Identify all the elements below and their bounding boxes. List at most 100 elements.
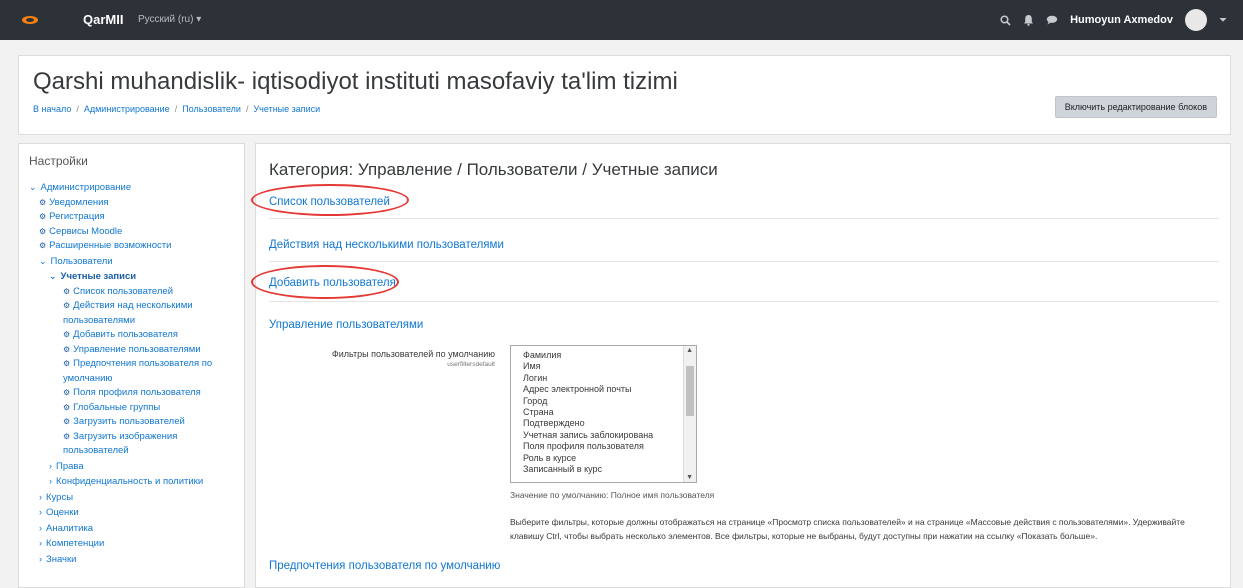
gear-icon: ⚙: [63, 286, 71, 296]
highlight-ellipse: [251, 265, 399, 299]
sidebar-item-user-list[interactable]: ⚙ Список пользователей: [29, 285, 239, 300]
select-option[interactable]: Город: [511, 396, 696, 407]
default-preferences-link[interactable]: Предпочтения пользователя по умолчанию: [269, 560, 500, 572]
sidebar-item-notifications[interactable]: ⚙ Уведомления: [29, 196, 239, 211]
sidebar-item-analytics[interactable]: › Аналитика: [29, 521, 239, 537]
breadcrumb-home[interactable]: В начало: [33, 104, 71, 114]
avatar[interactable]: [1185, 9, 1207, 31]
chevron-right-icon: ›: [39, 522, 42, 533]
page-title: Qarshi muhandislik- iqtisodiyot institut…: [33, 68, 678, 95]
user-filters-select[interactable]: Фамилия Имя Логин Адрес электронной почт…: [510, 345, 697, 483]
top-navbar: QarMII Русский (ru) ▾ Humoyun Axmedov: [0, 0, 1243, 40]
divider: [269, 301, 1219, 302]
select-option[interactable]: Подтверждено: [511, 418, 696, 429]
chevron-right-icon: ›: [49, 460, 52, 471]
sidebar-item-accounts[interactable]: ⌄ Учетные записи: [29, 269, 239, 285]
gear-icon: ⚙: [63, 417, 71, 426]
sidebar-item-courses[interactable]: › Курсы: [29, 490, 239, 506]
user-name[interactable]: Humoyun Axmedov: [1070, 14, 1173, 26]
gear-icon: ⚙: [39, 212, 47, 221]
breadcrumb-separator: /: [245, 104, 249, 114]
select-option[interactable]: Логин: [511, 373, 696, 384]
sidebar-item-advanced-features[interactable]: ⚙ Расширенные возможности: [29, 239, 239, 254]
select-option[interactable]: Страна: [511, 407, 696, 418]
divider: [269, 218, 1219, 219]
select-option[interactable]: Записанный в курс: [511, 464, 696, 475]
chevron-right-icon: ›: [49, 476, 52, 486]
gear-icon: ⚙: [39, 241, 47, 250]
scroll-down-icon[interactable]: ▼: [686, 474, 693, 481]
chevron-right-icon: ›: [39, 538, 42, 548]
breadcrumb-separator: /: [76, 104, 79, 114]
chevron-down-icon: ⌄: [49, 271, 57, 281]
site-name-link[interactable]: QarMII: [83, 12, 123, 27]
chevron-right-icon: ›: [39, 553, 42, 564]
gear-icon: ⚙: [63, 344, 71, 354]
breadcrumb-admin[interactable]: Администрирование: [84, 104, 170, 114]
sidebar-item-upload-users[interactable]: ⚙ Загрузить пользователей: [29, 415, 239, 430]
listbox-scrollbar[interactable]: ▲ ▼: [683, 346, 696, 482]
language-menu[interactable]: Русский (ru) ▾: [138, 14, 201, 25]
turn-editing-on-button[interactable]: Включить редактирование блоков: [1054, 96, 1217, 118]
highlight-ellipse: [251, 184, 409, 216]
breadcrumb-separator: /: [174, 104, 178, 114]
page-header: Qarshi muhandislik- iqtisodiyot institut…: [18, 55, 1231, 135]
gear-icon: ⚙: [63, 301, 71, 310]
scroll-thumb[interactable]: [686, 366, 694, 416]
gear-icon: ⚙: [63, 359, 71, 368]
gear-icon: ⚙: [63, 388, 71, 397]
chat-icon[interactable]: [1046, 15, 1058, 25]
select-option[interactable]: Роль в курсе: [511, 453, 696, 464]
search-icon[interactable]: [1000, 14, 1011, 26]
gear-icon: ⚙: [63, 330, 71, 339]
sidebar-item-privacy[interactable]: › Конфиденциальность и политики: [29, 474, 239, 490]
gear-icon: ⚙: [39, 197, 47, 207]
sidebar-item-bulk-actions[interactable]: ⚙ Действия над несколькими пользователями: [29, 299, 213, 328]
caret-down-icon[interactable]: [1219, 17, 1227, 23]
breadcrumb-users[interactable]: Пользователи: [182, 104, 241, 114]
chevron-down-icon: ⌄: [39, 255, 47, 266]
sidebar-item-moodle-services[interactable]: ⚙ Сервисы Moodle: [29, 225, 239, 240]
bell-icon[interactable]: [1023, 14, 1034, 26]
category-title: Категория: Управление / Пользователи / У…: [269, 160, 718, 179]
gear-icon: ⚙: [39, 226, 47, 236]
site-logo-icon[interactable]: [20, 14, 40, 26]
select-option[interactable]: Учетная запись заблокирована: [511, 430, 696, 441]
navbar-user-area: Humoyun Axmedov: [1000, 9, 1227, 31]
chevron-right-icon: ›: [39, 507, 42, 517]
sidebar-item-cohorts[interactable]: ⚙ Глобальные группы: [29, 401, 239, 416]
sidebar-item-administration[interactable]: ⌄ Администрирование: [29, 180, 239, 196]
sidebar-item-upload-pictures[interactable]: ⚙ Загрузить изображения пользователей: [29, 430, 213, 459]
setting-description: Выберите фильтры, которые должны отображ…: [510, 517, 1185, 541]
sidebar-item-default-prefs[interactable]: ⚙ Предпочтения пользователя по умолчанию: [29, 357, 223, 386]
sidebar-item-permissions[interactable]: › Права: [29, 459, 239, 475]
breadcrumb: В начало / Администрирование / Пользоват…: [33, 104, 320, 114]
sidebar-item-add-user[interactable]: ⚙ Добавить пользователя: [29, 328, 239, 343]
setting-label: Фильтры пользователей по умолчанию: [331, 349, 495, 359]
sidebar-item-competencies[interactable]: › Компетенции: [29, 536, 239, 552]
select-option[interactable]: Поля профиля пользователя: [511, 441, 696, 452]
sidebar-item-badges[interactable]: › Значки: [29, 552, 239, 568]
gear-icon: ⚙: [63, 402, 71, 412]
select-option[interactable]: Имя: [511, 361, 696, 372]
setting-name: userfiltersdefault: [447, 361, 495, 368]
sidebar-item-manage-users[interactable]: ⚙ Управление пользователями: [29, 343, 239, 358]
manage-users-link[interactable]: Управление пользователями: [269, 319, 423, 331]
chevron-down-icon: ⌄: [29, 182, 37, 192]
gear-icon: ⚙: [63, 431, 71, 441]
default-value-note: Значение по умолчанию: Полное имя пользо…: [510, 490, 715, 500]
select-option[interactable]: Адрес электронной почты: [511, 384, 696, 395]
settings-block-title: Настройки: [29, 154, 88, 168]
select-option[interactable]: Фамилия: [511, 350, 696, 361]
settings-tree: ⌄ Администрирование ⚙ Уведомления ⚙ Регистр…: [29, 180, 239, 567]
divider: [269, 261, 1219, 262]
main-content: Категория: Управление / Пользователи / У…: [251, 143, 1231, 588]
breadcrumb-accounts[interactable]: Учетные записи: [253, 104, 320, 114]
sidebar-item-registration[interactable]: ⚙ Регистрация: [29, 210, 239, 225]
sidebar-item-grades[interactable]: › Оценки: [29, 505, 239, 521]
scroll-up-icon[interactable]: ▲: [686, 347, 693, 354]
chevron-right-icon: ›: [39, 491, 42, 502]
sidebar-item-users[interactable]: ⌄ Пользователи: [29, 254, 239, 270]
bulk-actions-link[interactable]: Действия над несколькими пользователями: [269, 239, 504, 251]
sidebar-item-profile-fields[interactable]: ⚙ Поля профиля пользователя: [29, 386, 239, 401]
